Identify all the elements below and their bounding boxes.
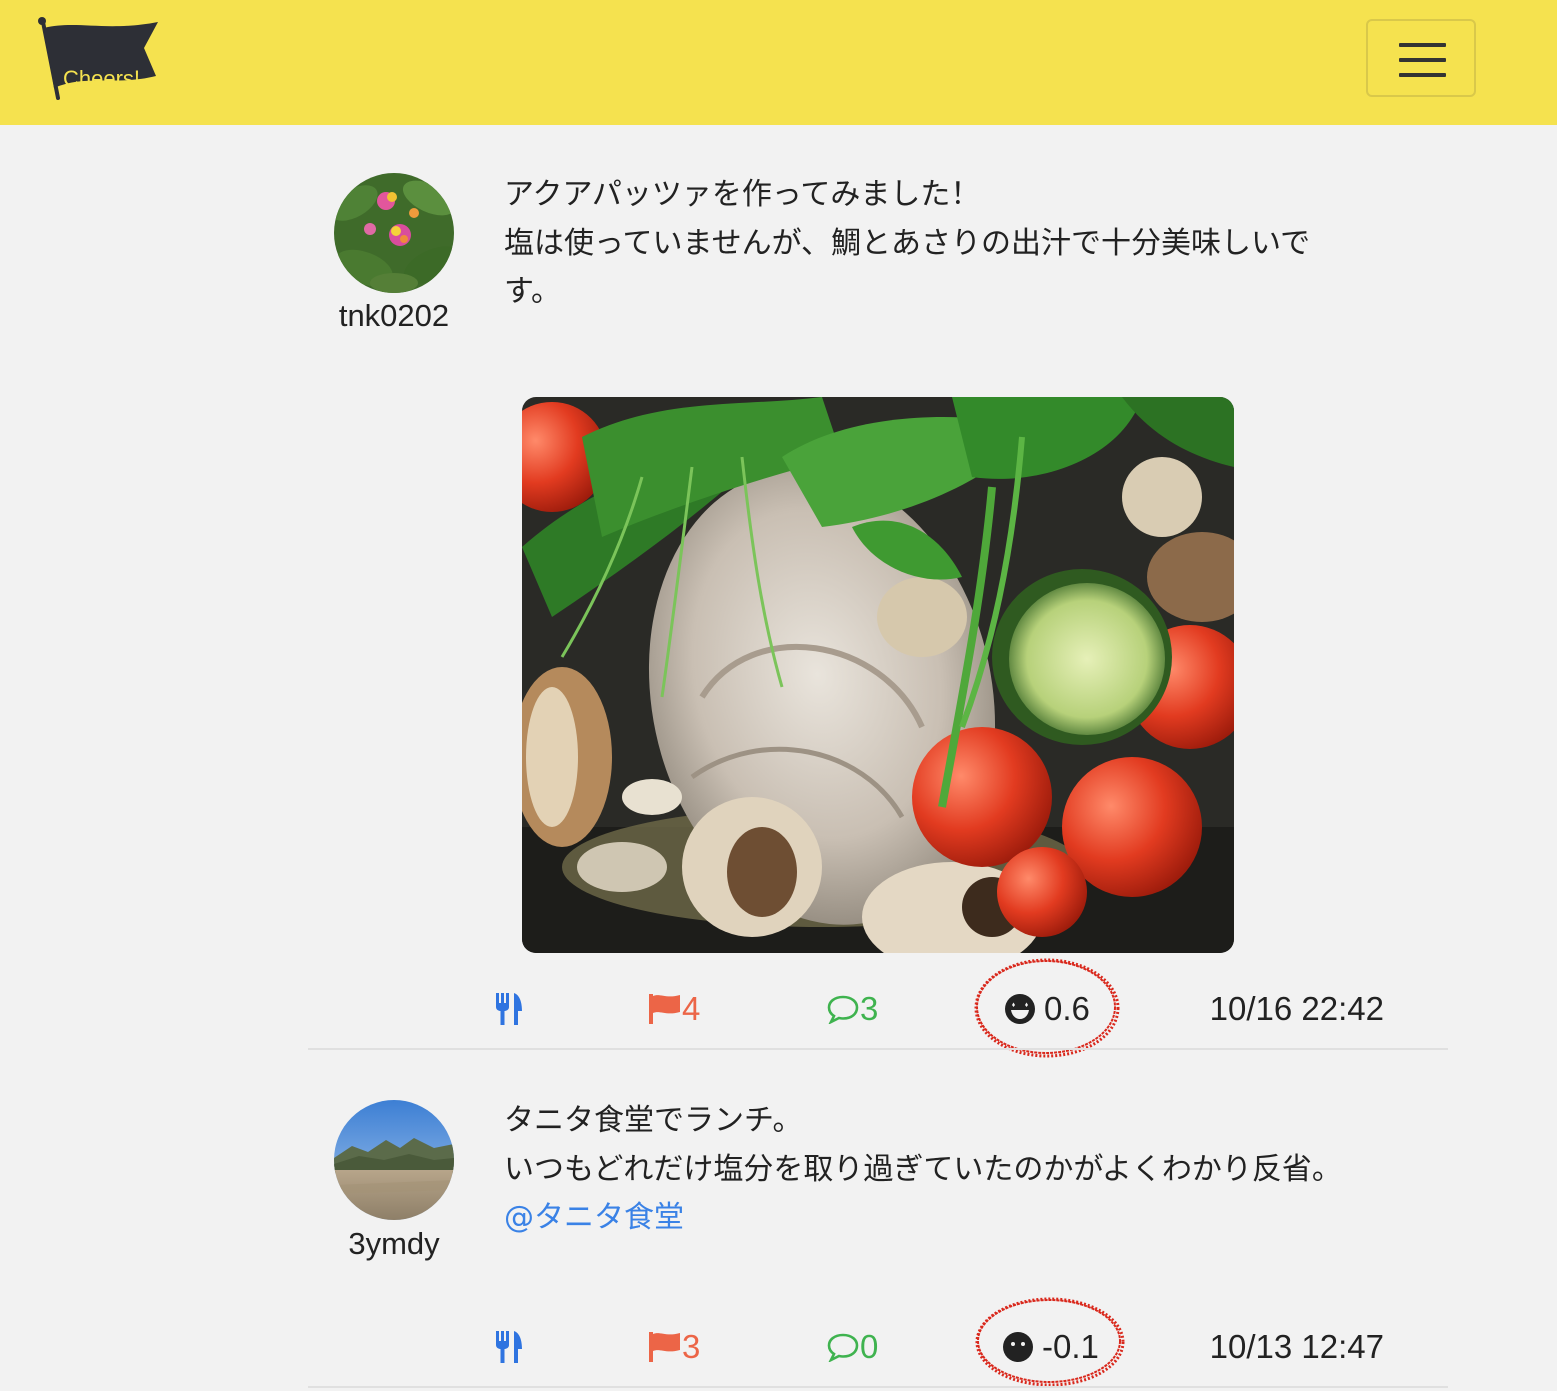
post-text-line: いつもどれだけ塩分を取り過ぎていたのかがよくわかり反省。 bbox=[504, 1151, 1342, 1187]
post-divider bbox=[308, 1386, 1448, 1388]
hamburger-icon bbox=[1399, 43, 1446, 47]
post-text: アクアパッツァを作ってみました！ 塩は使っていませんが、鯛とあさりの出汁で十分美… bbox=[504, 171, 1384, 317]
comment-button[interactable]: 0 bbox=[826, 1322, 878, 1372]
post-card: tnk0202 アクアパッツァを作ってみました！ 塩は使っていませんが、鯛とあさ… bbox=[308, 125, 1448, 1058]
post-timestamp: 10/13 12:47 bbox=[1209, 1328, 1384, 1365]
comment-button[interactable]: 3 bbox=[826, 984, 878, 1034]
cheer-flag-button[interactable]: 3 bbox=[648, 1322, 700, 1372]
fork-knife-icon bbox=[496, 1331, 522, 1363]
flag-icon bbox=[649, 994, 680, 1024]
username[interactable]: tnk0202 bbox=[314, 298, 474, 334]
grinning-star-eyes-icon bbox=[1005, 994, 1035, 1024]
brand-text: Cheers! bbox=[63, 66, 141, 91]
post-timestamp: 10/16 22:42 bbox=[1209, 990, 1384, 1027]
flag-count: 3 bbox=[682, 1328, 701, 1365]
hamburger-menu-button[interactable] bbox=[1366, 19, 1476, 97]
post-text-line: アクアパッツァを作ってみました！ bbox=[504, 177, 981, 212]
cheer-flag-button[interactable]: 4 bbox=[648, 984, 700, 1034]
flag-count: 4 bbox=[682, 990, 701, 1027]
mood-score-value: -0.1 bbox=[1042, 1328, 1099, 1365]
eat-button[interactable] bbox=[494, 1322, 524, 1372]
comment-count: 3 bbox=[860, 990, 879, 1027]
eat-button[interactable] bbox=[494, 984, 524, 1034]
post-text-line: 塩は使っていませんが、鯛とあさりの出汁で十分美味しいで bbox=[504, 225, 1311, 261]
mood-score-value: 0.6 bbox=[1044, 990, 1090, 1027]
hamburger-icon bbox=[1399, 58, 1446, 62]
post-card: 3ymdy タニタ食堂でランチ。 いつもどれだけ塩分を取り過ぎていたのかがよくわ… bbox=[308, 1050, 1448, 1391]
post-text-line: タニタ食堂でランチ。 bbox=[504, 1103, 803, 1138]
brand-logo[interactable]: Cheers! bbox=[36, 16, 162, 102]
neutral-face-icon bbox=[1003, 1332, 1033, 1362]
post-photo[interactable] bbox=[522, 397, 1234, 953]
mountain-landscape-avatar-icon bbox=[334, 1100, 454, 1220]
username[interactable]: 3ymdy bbox=[314, 1226, 474, 1262]
lantana-flower-avatar-icon bbox=[334, 173, 454, 293]
flag-icon bbox=[649, 1332, 680, 1362]
restaurant-mention-link[interactable]: @タニタ食堂 bbox=[504, 1194, 1384, 1243]
post-text-line: す。 bbox=[504, 274, 561, 309]
mood-score: -0.1 bbox=[1002, 1322, 1099, 1372]
comment-count: 0 bbox=[860, 1328, 879, 1365]
avatar[interactable] bbox=[334, 1100, 454, 1220]
post-actions: 4 3 0.6 10/16 22:42 bbox=[308, 984, 1448, 1034]
top-navbar: Cheers! bbox=[0, 0, 1557, 125]
fork-knife-icon bbox=[496, 993, 522, 1025]
comment-bubble-icon bbox=[827, 995, 859, 1024]
post-actions: 3 0 -0.1 10/13 12:47 bbox=[308, 1322, 1448, 1372]
comment-bubble-icon bbox=[827, 1333, 859, 1362]
avatar[interactable] bbox=[334, 173, 454, 293]
acqua-pazza-photo bbox=[522, 397, 1234, 953]
mood-score: 0.6 bbox=[1004, 984, 1090, 1034]
hamburger-icon bbox=[1399, 73, 1446, 77]
post-text: タニタ食堂でランチ。 いつもどれだけ塩分を取り過ぎていたのかがよくわかり反省。 … bbox=[504, 1097, 1384, 1243]
